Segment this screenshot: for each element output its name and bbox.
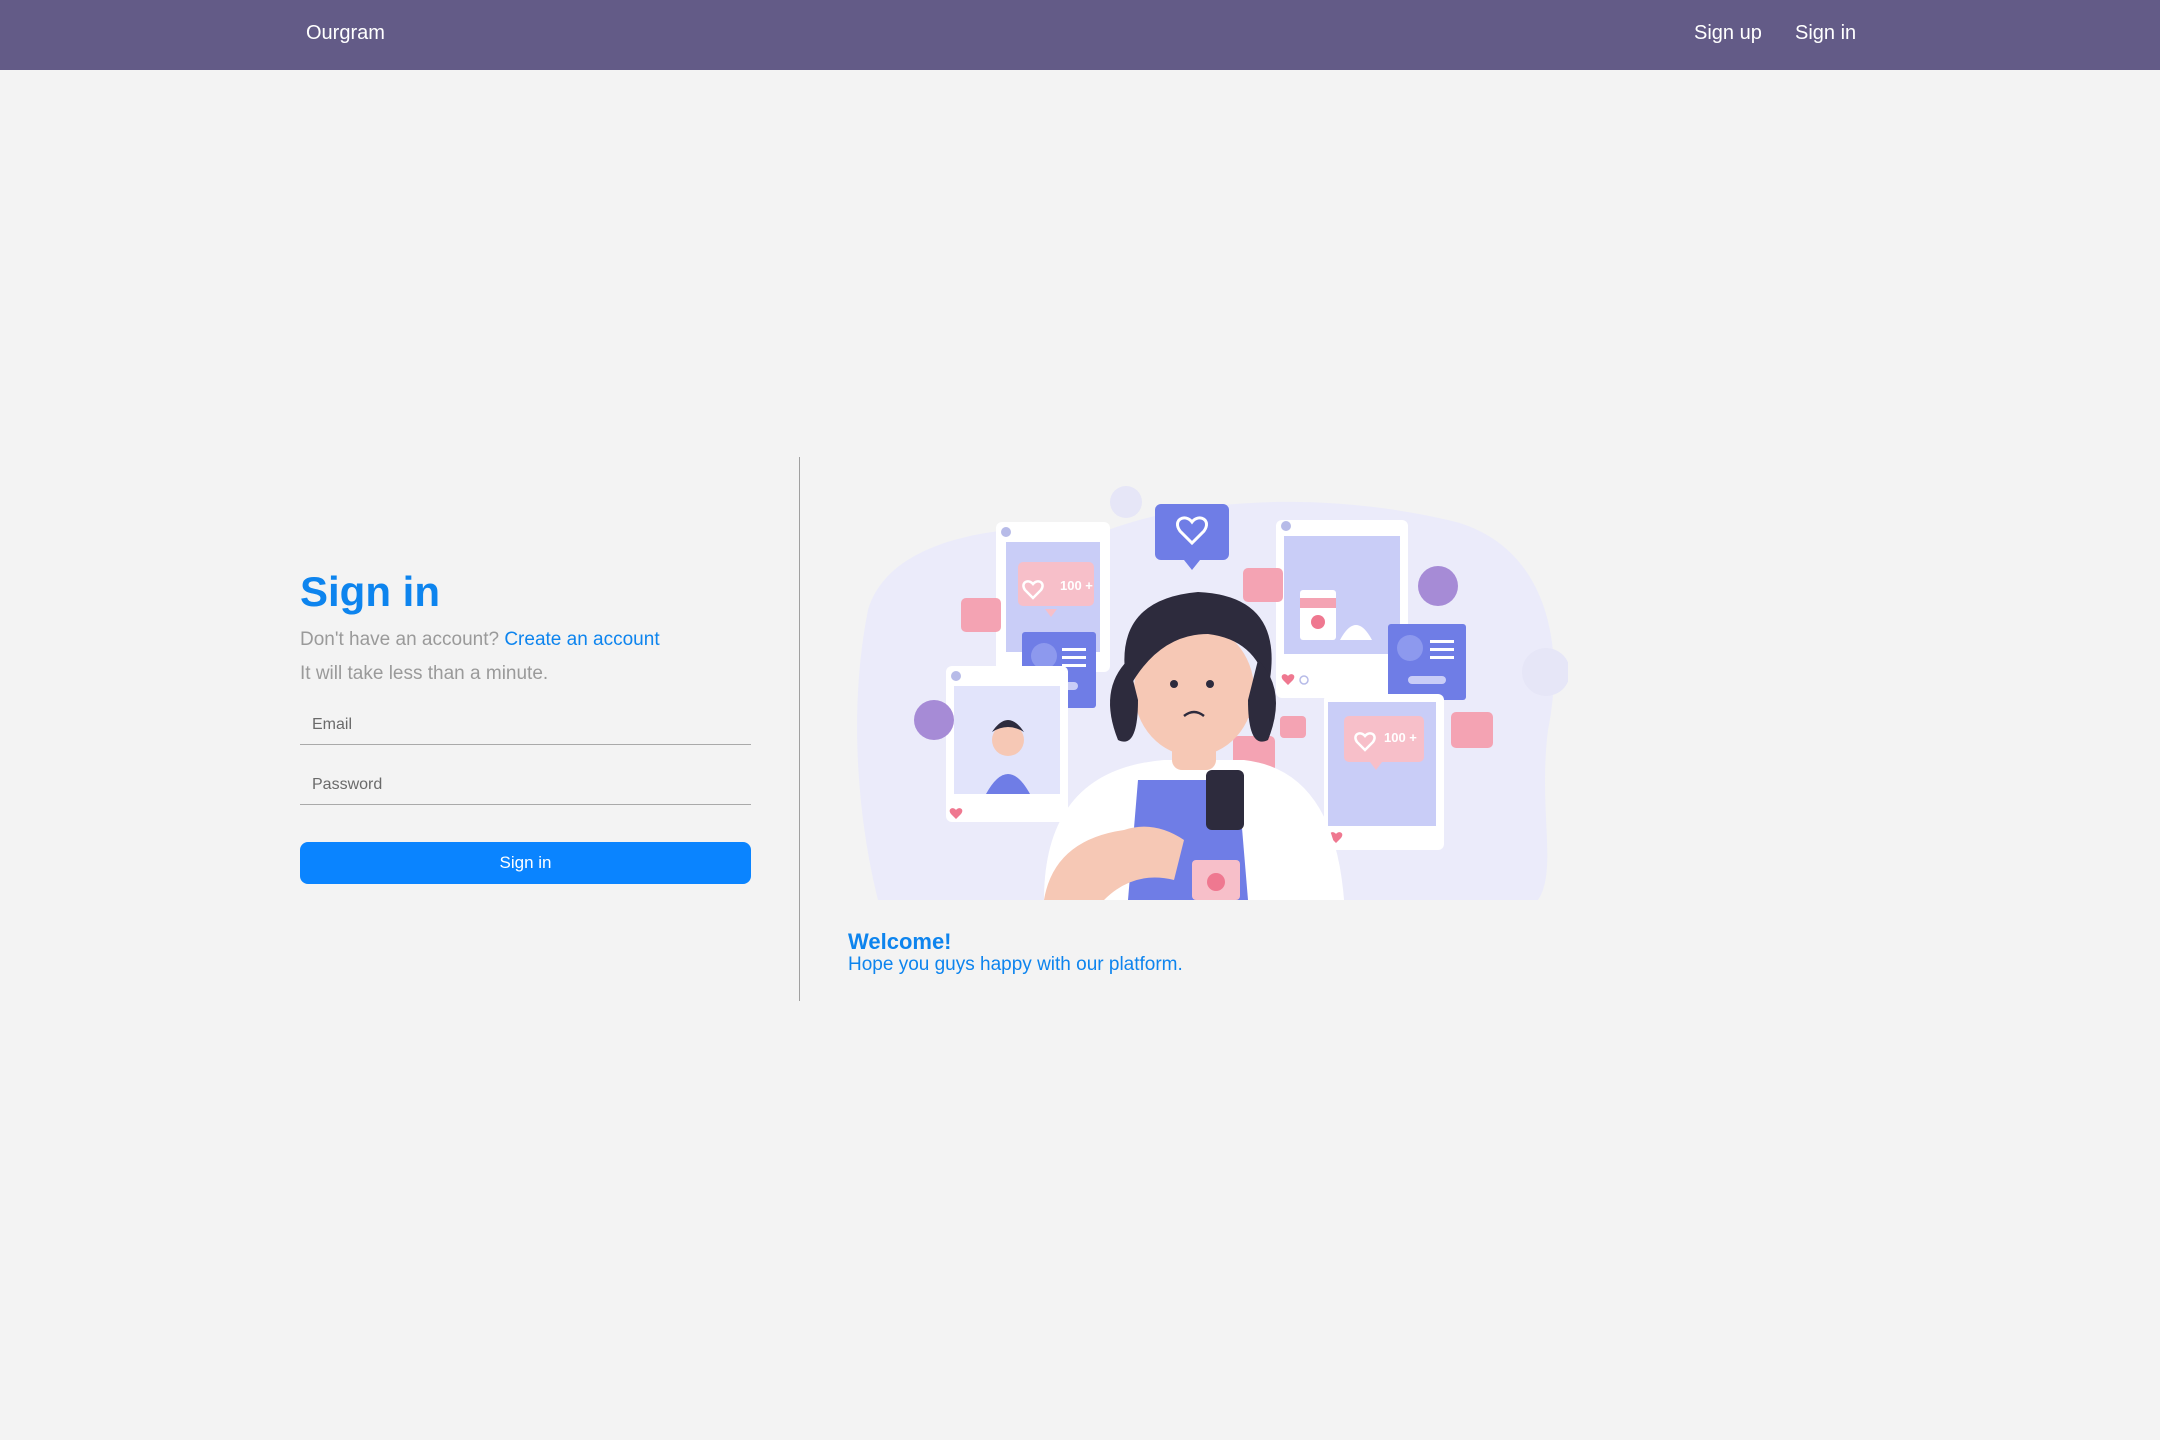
- signup-note: It will take less than a minute.: [300, 663, 549, 684]
- create-account-link[interactable]: Create an account: [504, 629, 659, 650]
- avatar-icon: [1418, 566, 1458, 606]
- nav-sign-in-link[interactable]: Sign in: [1795, 22, 1856, 45]
- top-navbar: Ourgram Sign up Sign in: [0, 0, 2160, 70]
- likes-badge-label: 100 +: [1384, 730, 1417, 745]
- likes-badge-label: 100 +: [1060, 578, 1093, 593]
- social-media-illustration: 100 + 100 +: [857, 486, 1568, 900]
- email-field[interactable]: [300, 705, 751, 745]
- welcome-text: Hope you guys happy with our platform.: [848, 954, 1183, 975]
- password-field[interactable]: [300, 765, 751, 805]
- brand-logo[interactable]: Ourgram: [306, 22, 385, 45]
- background-bubble: [1522, 648, 1568, 696]
- profile-card-right: [1388, 624, 1466, 700]
- avatar-icon: [914, 700, 954, 740]
- post-card-right-front: 100 +: [1324, 694, 1444, 850]
- sign-in-button[interactable]: Sign in: [300, 842, 751, 884]
- nav-sign-up-link[interactable]: Sign up: [1694, 22, 1762, 45]
- signin-title: Sign in: [300, 568, 440, 615]
- post-card-left-front: [946, 666, 1068, 822]
- signup-prompt: Don't have an account? Create an account: [300, 629, 660, 651]
- signup-prompt-text: Don't have an account?: [300, 629, 500, 650]
- vertical-divider: [799, 457, 800, 1001]
- background-bubble: [1110, 486, 1142, 518]
- welcome-title: Welcome!: [848, 929, 952, 954]
